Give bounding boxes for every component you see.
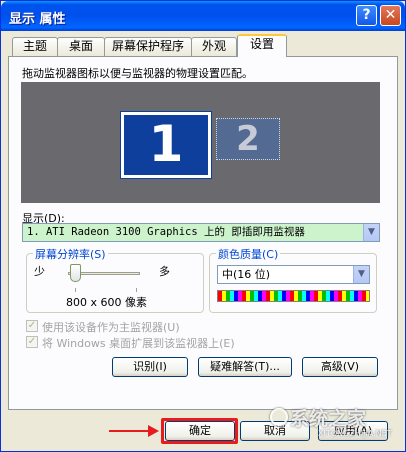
color-quality-value: 中(16 位)	[222, 268, 271, 281]
extend-desktop-label: 将 Windows 桌面扩展到该监视器上(E)	[42, 337, 235, 350]
troubleshoot-button[interactable]: 疑难解答(T)...	[198, 357, 292, 377]
monitor-preview: 1 2	[21, 82, 380, 203]
color-quality-select[interactable]: 中(16 位) ▼	[217, 265, 370, 284]
annotation-arrow-icon	[148, 425, 159, 437]
display-select-value: 1. ATI Radeon 3100 Graphics 上的 即插即用监视器	[27, 226, 305, 238]
advanced-button[interactable]: 高级(V)	[302, 357, 378, 377]
resolution-slider-handle[interactable]	[69, 264, 81, 282]
color-spectrum-bar	[217, 290, 370, 302]
monitor-2-number: 2	[236, 119, 260, 159]
color-quality-title: 颜色质量(C)	[216, 246, 281, 262]
tab-screensaver[interactable]: 屏幕保护程序	[104, 37, 192, 56]
close-button[interactable]: ✕	[380, 5, 401, 26]
extend-desktop-checkbox[interactable]: ✓	[26, 336, 38, 348]
monitor-1-icon[interactable]: 1	[120, 111, 212, 179]
ok-highlight-annotation	[161, 418, 238, 444]
watermark-logo-icon	[270, 408, 288, 426]
window-title: 显示 属性	[9, 12, 66, 27]
tab-appearance[interactable]: 外观	[191, 37, 237, 56]
monitor-1-number: 1	[148, 115, 184, 173]
slider-ticks	[75, 288, 137, 292]
instruction-text: 拖动监视器图标以便与监视器的物理设置匹配。	[22, 67, 253, 80]
chevron-down-icon[interactable]: ▼	[353, 266, 369, 283]
help-button[interactable]: ?	[356, 5, 377, 26]
resolution-min-label: 少	[34, 265, 45, 278]
resolution-value: 800 x 600 像素	[66, 296, 147, 309]
annotation-arrow-line	[109, 430, 151, 432]
resolution-max-label: 多	[159, 265, 170, 278]
watermark-subtext: XITONGZHIJIA.NET	[318, 429, 392, 438]
tab-themes[interactable]: 主题	[12, 37, 58, 56]
title-bar[interactable]: 显示 属性 ? ✕	[1, 1, 405, 31]
resolution-title: 屏幕分辨率(S)	[33, 246, 108, 262]
display-select[interactable]: 1. ATI Radeon 3100 Graphics 上的 即插即用监视器 ▼	[22, 223, 380, 242]
tab-settings[interactable]: 设置	[237, 34, 287, 57]
tab-desktop[interactable]: 桌面	[57, 37, 105, 56]
watermark-text: 系统之家	[290, 408, 367, 430]
monitor-2-icon[interactable]: 2	[216, 118, 280, 160]
primary-monitor-checkbox[interactable]: ✓	[26, 320, 38, 332]
identify-button[interactable]: 识别(I)	[112, 357, 188, 377]
chevron-down-icon[interactable]: ▼	[363, 224, 379, 241]
primary-monitor-label: 使用该设备作为主监视器(U)	[42, 321, 180, 334]
